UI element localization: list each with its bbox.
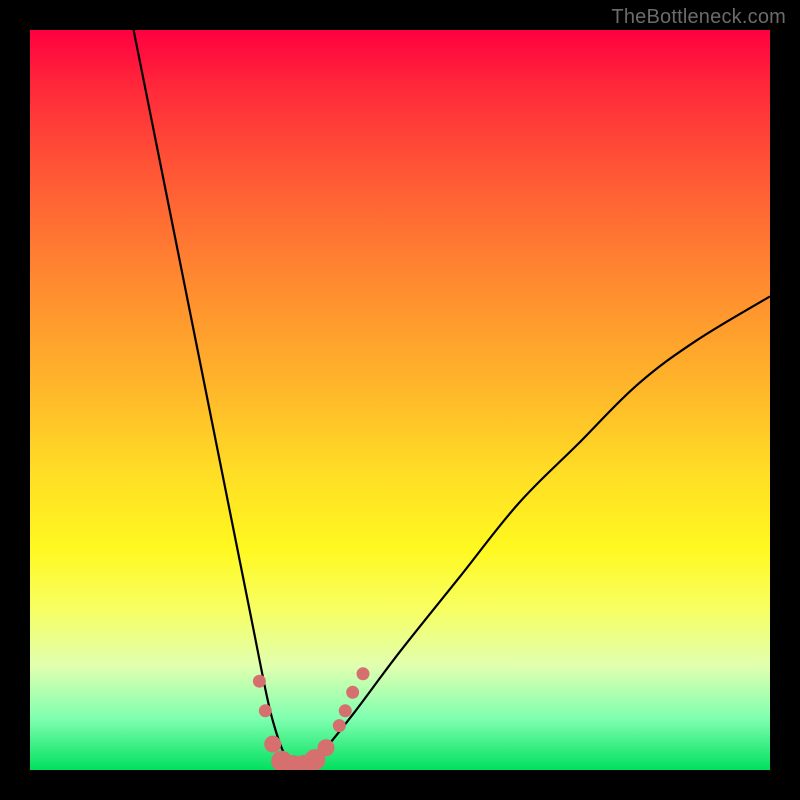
curve-svg <box>30 30 770 770</box>
marker-dot <box>357 668 369 680</box>
marker-dot <box>259 705 271 717</box>
marker-dot <box>333 720 345 732</box>
marker-dot <box>347 686 359 698</box>
curve-markers <box>253 668 369 770</box>
bottleneck-curve <box>134 30 770 767</box>
marker-dot <box>265 736 281 752</box>
marker-dot <box>339 705 351 717</box>
watermark-text: TheBottleneck.com <box>611 6 786 29</box>
marker-dot <box>253 675 265 687</box>
plot-area <box>30 30 770 770</box>
chart-frame: TheBottleneck.com <box>0 0 800 800</box>
marker-dot <box>318 740 334 756</box>
